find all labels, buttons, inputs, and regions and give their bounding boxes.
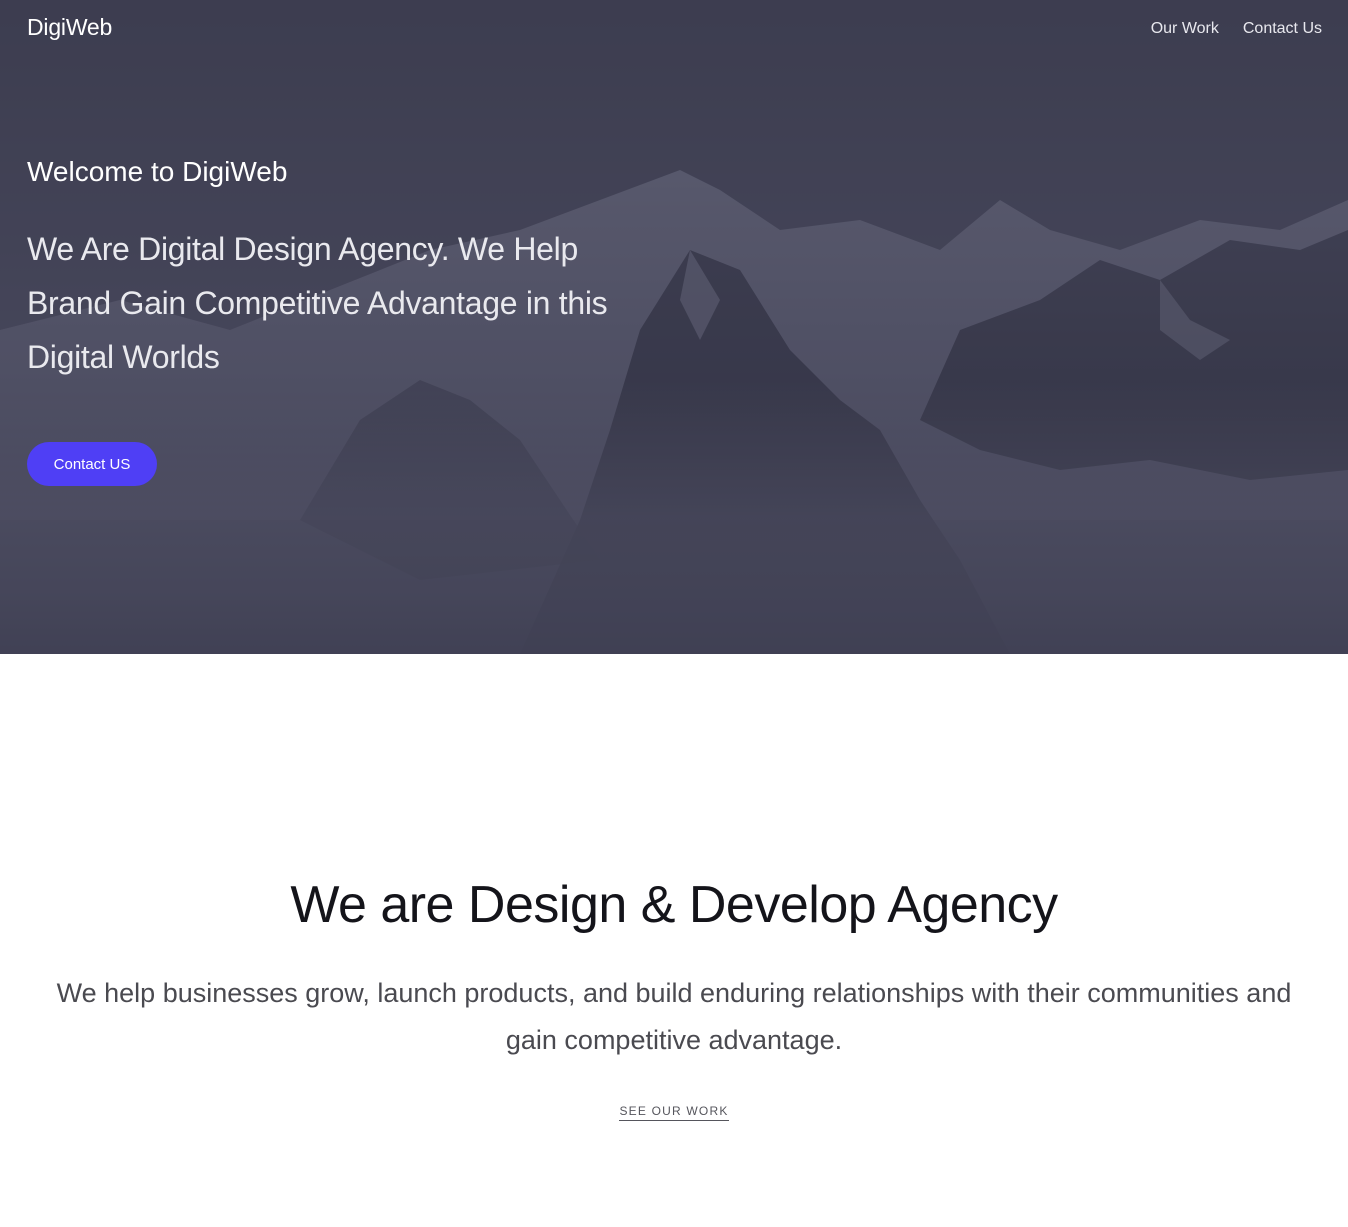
about-description: We help businesses grow, launch products… <box>40 970 1308 1064</box>
top-navbar: DigiWeb Our Work Contact Us <box>0 0 1348 62</box>
hero-tagline-line: We Are Digital Design Agency. We Help <box>27 231 578 267</box>
about-title: We are Design & Develop Agency <box>290 876 1058 934</box>
see-our-work-wrapper: SEE OUR WORK <box>0 1102 1348 1121</box>
nav-links: Our Work Contact Us <box>1151 20 1322 38</box>
about-section: We are Design & Develop Agency We help b… <box>0 654 1348 1227</box>
hero-tagline-line: Brand Gain Competitive Advantage in this <box>27 285 608 321</box>
hero-tagline: We Are Digital Design Agency. We Help Br… <box>27 222 647 384</box>
hero-content: Welcome to DigiWeb We Are Digital Design… <box>27 150 647 384</box>
nav-link-contact-us[interactable]: Contact Us <box>1243 20 1322 38</box>
nav-link-our-work[interactable]: Our Work <box>1151 20 1219 38</box>
hero-section: DigiWeb Our Work Contact Us Welcome to D… <box>0 0 1348 654</box>
contact-us-button[interactable]: Contact US <box>27 442 157 486</box>
hero-tagline-line: Digital Worlds <box>27 339 220 375</box>
see-our-work-link[interactable]: SEE OUR WORK <box>619 1104 729 1121</box>
about-description-line: We help businesses grow, launch products… <box>56 978 1292 1008</box>
hero-welcome-heading: Welcome to DigiWeb <box>27 156 288 187</box>
about-description-line: gain competitive advantage. <box>505 1025 843 1055</box>
brand-logo[interactable]: DigiWeb <box>27 14 112 41</box>
